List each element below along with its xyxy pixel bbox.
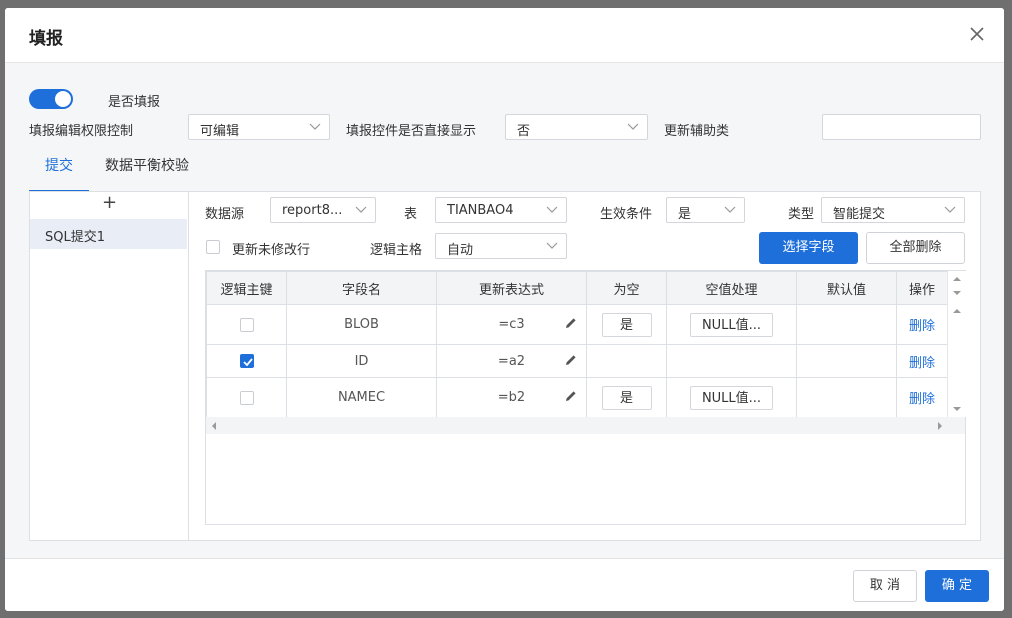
expr-cell[interactable]: =b2	[436, 377, 587, 418]
default-cell[interactable]	[796, 344, 897, 378]
table-select[interactable]: TIANBAO4	[435, 197, 567, 223]
fill-toggle[interactable]	[29, 89, 73, 109]
null-handle-cell[interactable]	[666, 344, 797, 378]
cancel-button[interactable]: 取 消	[853, 570, 917, 602]
scroll-left-icon[interactable]	[210, 421, 218, 431]
fill-report-dialog: 填报 是否填报 填报编辑权限控制 可编辑 填报控件是否直接显示 否 更新辅助类 …	[5, 8, 1004, 611]
scroll-down-icon[interactable]	[952, 289, 962, 297]
ok-button[interactable]: 确 定	[925, 570, 989, 602]
vertical-scrollbar[interactable]	[947, 271, 966, 417]
dialog-title: 填报	[29, 29, 63, 49]
direct-display-select[interactable]: 否	[505, 114, 648, 140]
pencil-icon[interactable]	[564, 316, 578, 330]
null-handle-select[interactable]: NULL值...	[690, 312, 773, 337]
datasource-select[interactable]: report8...	[270, 197, 376, 223]
condition-select[interactable]: 是	[666, 197, 745, 223]
tab-balance-check[interactable]: 数据平衡校验	[105, 155, 189, 175]
close-icon[interactable]	[967, 24, 987, 44]
nullable-cell[interactable]	[586, 344, 667, 378]
chevron-down-icon	[944, 206, 956, 213]
condition-label: 生效条件	[600, 207, 653, 222]
aux-class-label: 更新辅助类	[664, 124, 730, 139]
col-header: 字段名	[286, 271, 437, 305]
col-header: 默认值	[796, 271, 897, 305]
fill-toggle-label: 是否填报	[108, 95, 161, 110]
permission-select[interactable]: 可编辑	[188, 114, 330, 140]
delete-all-button[interactable]: 全部删除	[866, 232, 965, 264]
pencil-icon[interactable]	[564, 389, 578, 403]
delete-row-link[interactable]: 删除	[909, 392, 935, 407]
fields-table: 逻辑主键 字段名 更新表达式 为空 空值处理 默认值 操作 BLOB =c3 是…	[205, 270, 966, 525]
update-unmodified-label: 更新未修改行	[232, 243, 311, 258]
pencil-icon[interactable]	[564, 353, 578, 367]
row-pk-checkbox[interactable]	[239, 354, 254, 368]
chevron-down-icon	[309, 123, 321, 130]
sql-list-item[interactable]: SQL提交1	[30, 219, 187, 249]
add-sql-button[interactable]: +	[102, 192, 117, 213]
chevron-down-icon	[724, 206, 736, 213]
col-header: 操作	[896, 271, 948, 305]
scroll-up-icon[interactable]	[952, 307, 962, 315]
chevron-down-icon	[355, 206, 367, 213]
dialog-body: 是否填报 填报编辑权限控制 可编辑 填报控件是否直接显示 否 更新辅助类 提交 …	[5, 63, 1004, 558]
table-header: 逻辑主键 字段名 更新表达式 为空 空值处理 默认值 操作	[206, 271, 948, 305]
row-pk-checkbox[interactable]	[239, 390, 254, 405]
dialog-footer: 取 消 确 定	[5, 558, 1004, 611]
horizontal-scrollbar[interactable]	[206, 417, 965, 434]
table-row: NAMEC =b2 是 NULL值... 删除	[206, 377, 948, 418]
col-header: 逻辑主键	[206, 271, 287, 305]
field-name: BLOB	[286, 304, 437, 345]
permission-label: 填报编辑权限控制	[29, 124, 134, 139]
row-pk-checkbox[interactable]	[239, 317, 254, 332]
col-header: 为空	[586, 271, 667, 305]
field-name: ID	[286, 344, 437, 378]
scroll-down-icon[interactable]	[952, 405, 962, 413]
col-header: 更新表达式	[436, 271, 587, 305]
expr-cell[interactable]: =a2	[436, 344, 587, 378]
delete-row-link[interactable]: 删除	[909, 356, 935, 371]
field-name: NAMEC	[286, 377, 437, 418]
sql-list: + SQL提交1	[30, 192, 189, 540]
col-header: 空值处理	[666, 271, 797, 305]
default-cell[interactable]	[796, 304, 897, 345]
submit-panel: + SQL提交1 数据源 report8... 表 TIANBAO4 生效条件 …	[29, 191, 981, 541]
logic-pk-select[interactable]: 自动	[435, 233, 567, 259]
expr-cell[interactable]: =c3	[436, 304, 587, 345]
chevron-down-icon	[627, 123, 639, 130]
select-fields-button[interactable]: 选择字段	[759, 232, 858, 264]
scroll-right-icon[interactable]	[936, 421, 944, 431]
delete-row-link[interactable]: 删除	[909, 319, 935, 334]
type-label: 类型	[788, 207, 815, 222]
direct-display-label: 填报控件是否直接显示	[346, 124, 477, 139]
dialog-header: 填报	[5, 8, 1004, 63]
table-label: 表	[404, 207, 418, 222]
nullable-select[interactable]: 是	[601, 385, 652, 410]
aux-class-input[interactable]	[822, 114, 981, 140]
scroll-up-icon[interactable]	[952, 275, 962, 283]
table-row: ID =a2 删除	[206, 344, 948, 378]
chevron-down-icon	[546, 242, 558, 249]
chevron-down-icon	[546, 206, 558, 213]
update-unmodified-checkbox[interactable]	[206, 240, 220, 254]
datasource-label: 数据源	[205, 207, 245, 222]
tab-submit[interactable]: 提交	[45, 155, 73, 175]
table-row: BLOB =c3 是 NULL值... 删除	[206, 304, 948, 345]
check-icon	[242, 358, 253, 367]
default-cell[interactable]	[796, 377, 897, 418]
nullable-select[interactable]: 是	[601, 312, 652, 337]
null-handle-select[interactable]: NULL值...	[690, 385, 773, 410]
type-select[interactable]: 智能提交	[821, 197, 965, 223]
logic-pk-label: 逻辑主格	[370, 243, 423, 258]
